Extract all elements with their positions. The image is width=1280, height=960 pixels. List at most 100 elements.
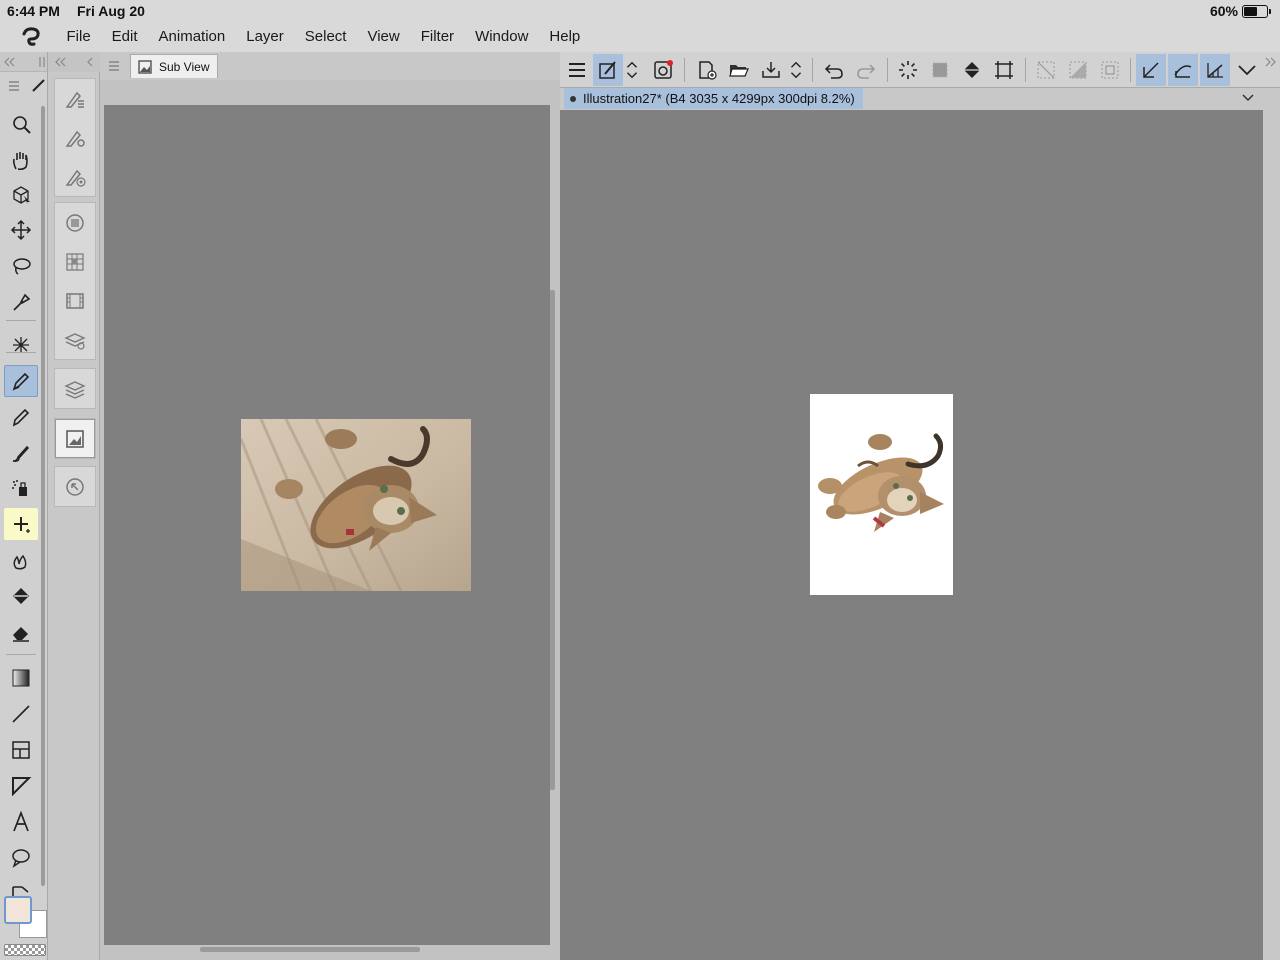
eyedropper-icon[interactable] bbox=[4, 286, 38, 318]
modified-dot-icon bbox=[570, 95, 576, 102]
move-icon[interactable] bbox=[4, 214, 38, 246]
pen-icon[interactable] bbox=[4, 365, 38, 397]
chevron-down-icon[interactable] bbox=[1232, 54, 1262, 86]
collapse-left-icon[interactable] bbox=[54, 56, 66, 68]
sub-tool-pen-icon[interactable] bbox=[30, 76, 48, 94]
open-folder-icon[interactable] bbox=[724, 54, 754, 86]
timeline-icon[interactable] bbox=[55, 281, 95, 320]
blend-icon[interactable] bbox=[4, 544, 38, 576]
sub-palette-column bbox=[48, 52, 100, 960]
text-icon[interactable] bbox=[4, 806, 38, 838]
brush-size-icon[interactable] bbox=[55, 157, 95, 196]
operation-icon[interactable] bbox=[4, 179, 38, 211]
collapse-single-icon[interactable] bbox=[86, 56, 94, 68]
collapse-left-icon[interactable] bbox=[3, 56, 15, 68]
color-set-icon[interactable] bbox=[55, 242, 95, 281]
sub-view-vertical-scrollbar[interactable] bbox=[550, 290, 555, 790]
sub-view-tab-label: Sub View bbox=[159, 59, 210, 74]
canvas-page[interactable] bbox=[810, 394, 953, 595]
painted-cat-image bbox=[818, 433, 944, 532]
fill-bucket-icon[interactable] bbox=[957, 54, 987, 86]
menu-filter[interactable]: Filter bbox=[410, 22, 464, 52]
color-wheel-icon[interactable] bbox=[55, 203, 95, 242]
sub-view-canvas[interactable] bbox=[104, 105, 550, 945]
subtool-detail-icon[interactable] bbox=[55, 79, 95, 118]
invert-selection-icon[interactable] bbox=[1063, 54, 1093, 86]
select-layer-icon[interactable] bbox=[925, 54, 955, 86]
new-file-icon[interactable] bbox=[692, 54, 722, 86]
tab-sub-view[interactable]: Sub View bbox=[130, 54, 219, 78]
loading-icon[interactable] bbox=[893, 54, 923, 86]
menu-bar: File Edit Animation Layer Select View Fi… bbox=[0, 22, 1280, 52]
layer-icon[interactable] bbox=[55, 369, 95, 408]
decoration-icon[interactable] bbox=[4, 508, 38, 540]
snap-special-ruler-icon[interactable] bbox=[1168, 54, 1198, 86]
menu-icon[interactable] bbox=[562, 54, 592, 86]
palette-menu-icon[interactable] bbox=[8, 81, 20, 91]
main-canvas[interactable] bbox=[560, 110, 1263, 960]
eraser-icon[interactable] bbox=[4, 616, 38, 648]
tool-property-icon[interactable] bbox=[55, 118, 95, 157]
zoom-icon[interactable] bbox=[4, 108, 38, 140]
status-bar: 6:44 PM Fri Aug 20 60% bbox=[0, 0, 1280, 22]
menu-help[interactable]: Help bbox=[539, 22, 591, 52]
command-bar bbox=[560, 52, 1280, 88]
undo-icon[interactable] bbox=[819, 54, 849, 86]
image-icon bbox=[138, 59, 152, 74]
app-logo-icon[interactable] bbox=[16, 22, 46, 52]
airbrush-icon[interactable] bbox=[4, 472, 38, 504]
expand-collapse-icon[interactable] bbox=[786, 54, 806, 86]
sub-view-panel: Sub View bbox=[100, 52, 560, 960]
pencil-icon[interactable] bbox=[4, 401, 38, 433]
collapse-right-icon[interactable] bbox=[1265, 56, 1277, 68]
battery-indicator: 60% bbox=[1209, 3, 1271, 19]
palette-menu-icon[interactable] bbox=[108, 61, 120, 71]
menu-layer[interactable]: Layer bbox=[236, 22, 295, 52]
expand-collapse-icon[interactable] bbox=[622, 54, 642, 86]
ruler-icon[interactable] bbox=[4, 770, 38, 802]
save-icon[interactable] bbox=[756, 54, 786, 86]
search-icon[interactable] bbox=[55, 467, 95, 506]
crop-selection-icon[interactable] bbox=[1095, 54, 1125, 86]
transform-icon[interactable] bbox=[989, 54, 1019, 86]
document-tab[interactable]: Illustration27* (B4 3035 x 4299px 300dpi… bbox=[564, 88, 863, 109]
snap-grid-icon[interactable] bbox=[1200, 54, 1230, 86]
brush-icon[interactable] bbox=[4, 437, 38, 469]
companion-icon[interactable] bbox=[648, 54, 678, 86]
layer-property-icon[interactable] bbox=[55, 320, 95, 359]
grip-icon[interactable] bbox=[38, 56, 46, 68]
right-dock-strip bbox=[1263, 110, 1280, 960]
reference-image[interactable] bbox=[241, 419, 471, 591]
balloon-icon[interactable] bbox=[4, 842, 38, 874]
snap-ruler-icon[interactable] bbox=[1136, 54, 1166, 86]
menu-file[interactable]: File bbox=[56, 22, 101, 52]
sub-view-horizontal-scrollbar[interactable] bbox=[200, 947, 420, 952]
app-window: 6:44 PM Fri Aug 20 60% File Edit Animati… bbox=[0, 0, 1280, 960]
menu-select[interactable]: Select bbox=[294, 22, 357, 52]
chevron-down-icon[interactable] bbox=[1240, 90, 1256, 106]
hand-icon[interactable] bbox=[4, 144, 38, 176]
line-icon[interactable] bbox=[4, 698, 38, 730]
clear-selection-icon[interactable] bbox=[1031, 54, 1061, 86]
battery-percent: 60% bbox=[1209, 3, 1238, 19]
palette-group-subtool bbox=[54, 78, 96, 197]
tool-scrollbar[interactable] bbox=[41, 106, 45, 886]
menu-window[interactable]: Window bbox=[465, 22, 539, 52]
menu-edit[interactable]: Edit bbox=[101, 22, 148, 52]
main-color-swatch[interactable] bbox=[4, 896, 32, 924]
document-tab-bar: Illustration27* (B4 3035 x 4299px 300dpi… bbox=[560, 88, 1280, 110]
auto-select-icon[interactable] bbox=[4, 329, 38, 361]
palette-group-color bbox=[54, 202, 96, 360]
lasso-select-icon[interactable] bbox=[4, 250, 38, 282]
frame-icon[interactable] bbox=[4, 734, 38, 766]
gradient-icon[interactable] bbox=[4, 662, 38, 694]
fill-icon[interactable] bbox=[4, 580, 38, 612]
sub-view-palette-icon[interactable] bbox=[55, 419, 95, 458]
menu-view[interactable]: View bbox=[357, 22, 410, 52]
redo-icon[interactable] bbox=[851, 54, 881, 86]
palette-group-search bbox=[54, 466, 96, 507]
menu-animation[interactable]: Animation bbox=[148, 22, 236, 52]
tool-palette-header bbox=[0, 52, 47, 72]
edit-mode-icon[interactable] bbox=[593, 54, 623, 86]
transparent-color-swatch[interactable] bbox=[4, 944, 46, 956]
